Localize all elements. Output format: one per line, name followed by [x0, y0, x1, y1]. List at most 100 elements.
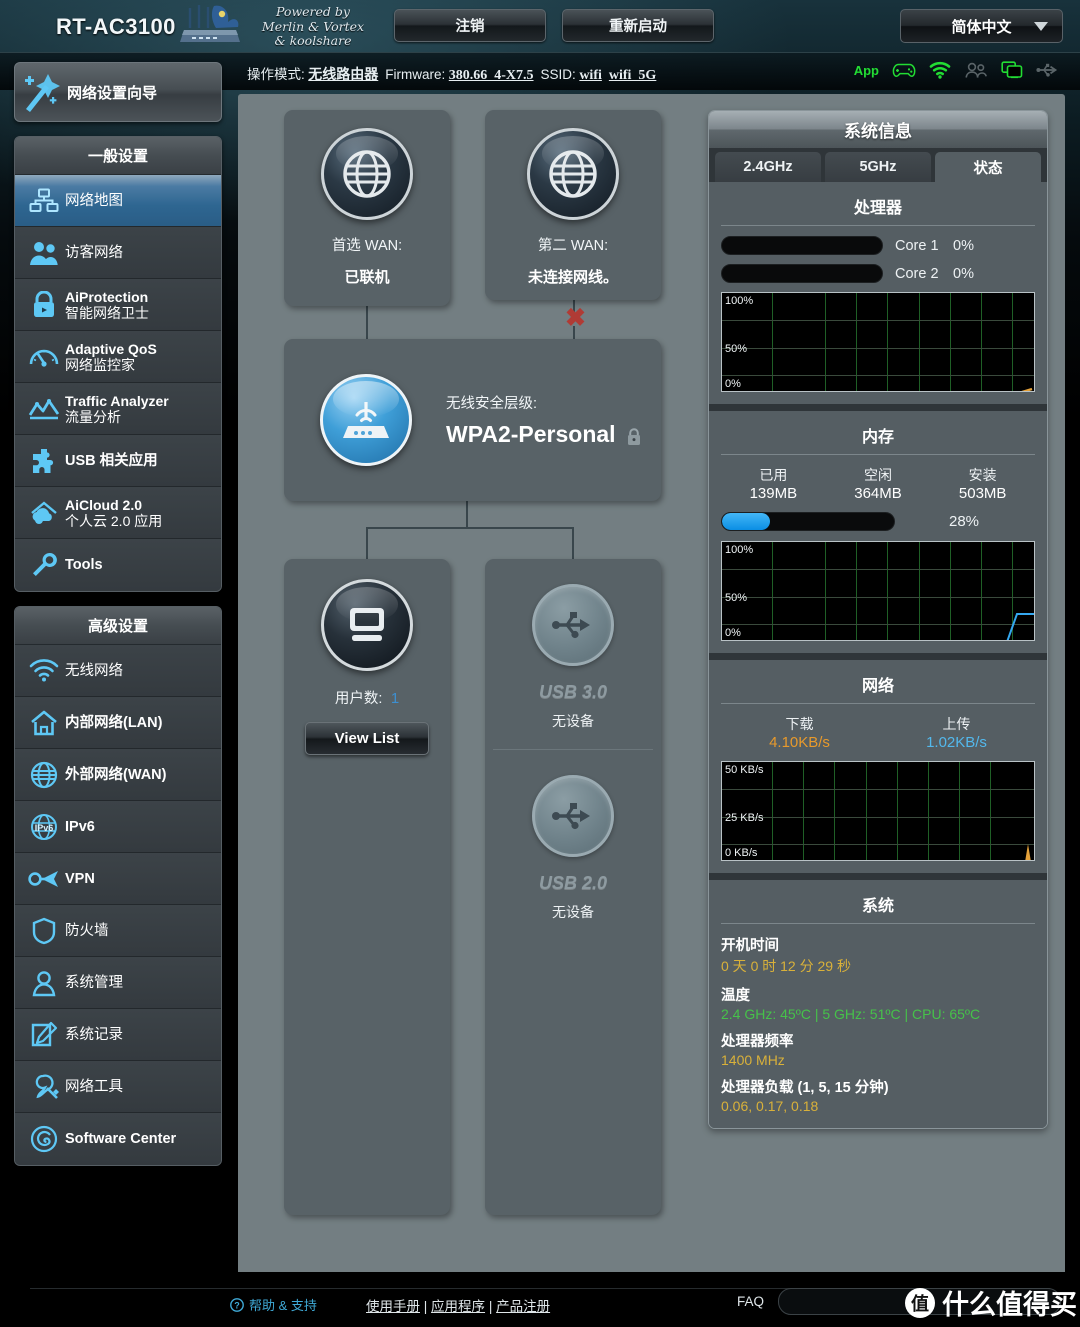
- client-count-label: 用户数:: [334, 691, 383, 707]
- guest-users-icon[interactable]: [964, 62, 988, 79]
- upload-label: 上传: [942, 716, 971, 732]
- memory-free: 空闲 364MB: [826, 465, 931, 502]
- sidebar-item-lan[interactable]: 内部网络(LAN): [15, 697, 221, 749]
- software-center-icon: [23, 1125, 65, 1153]
- vpn-key-icon: [23, 867, 65, 891]
- usb-slot-30[interactable]: USB 3.0 无设备: [485, 584, 661, 731]
- sidebar-item-administration[interactable]: 系统管理: [15, 957, 221, 1009]
- router-tile[interactable]: 无线安全层级: WPA2-Personal: [284, 339, 661, 501]
- secondary-wan-label: 第二 WAN:: [537, 238, 609, 254]
- product-registration-link[interactable]: 产品注册: [496, 1299, 550, 1314]
- tab-status[interactable]: 状态: [935, 152, 1041, 182]
- sidebar-item-label: 外部网络(WAN): [65, 766, 167, 783]
- temperature-label: 温度: [721, 988, 750, 1004]
- sidebar-item-firewall[interactable]: 防火墙: [15, 905, 221, 957]
- sidebar-item-label: 防火墙: [65, 922, 109, 939]
- operation-mode-label: 操作模式:: [247, 67, 305, 82]
- monitor-icon: [321, 579, 413, 671]
- sidebar-item-aicloud[interactable]: AiCloud 2.0 个人云 2.0 应用: [15, 487, 221, 539]
- sidebar-item-label: 系统记录: [65, 1026, 123, 1043]
- divider: [721, 454, 1035, 455]
- game-controller-icon[interactable]: [892, 62, 916, 79]
- sidebar-item-system-log[interactable]: 系统记录: [15, 1009, 221, 1061]
- network-title: 网络: [861, 678, 894, 695]
- lock-shield-icon: [23, 290, 65, 319]
- connector-clients: [366, 527, 368, 559]
- sidebar-item-network-tools[interactable]: 网络工具: [15, 1061, 221, 1113]
- clients-tile[interactable]: 用户数: 1 View List: [284, 559, 450, 1215]
- reboot-button[interactable]: 重新启动: [562, 9, 714, 42]
- memory-total: 安装 503MB: [930, 465, 1035, 502]
- cpu-load-label: 处理器负载 (1, 5, 15 分钟): [721, 1080, 889, 1096]
- admin-user-icon: [23, 969, 65, 997]
- memory-usage-bar-row: 28%: [721, 512, 1035, 531]
- view-list-button[interactable]: View List: [305, 722, 429, 755]
- tab-24ghz[interactable]: 2.4GHz: [715, 152, 821, 182]
- sidebar-item-vpn[interactable]: VPN: [15, 853, 221, 905]
- ssid-5g-value[interactable]: wifi_5G: [609, 68, 656, 83]
- usb-icon: [532, 584, 614, 666]
- app-label[interactable]: App: [854, 63, 879, 78]
- primary-wan-tile[interactable]: 首选 WAN: 已联机: [284, 110, 450, 306]
- help-support-link[interactable]: ? 帮助 & 支持: [230, 1295, 317, 1314]
- system-information-title: 系统信息: [709, 111, 1047, 148]
- memory-usage-graph: 100% 50% 0%: [721, 541, 1035, 641]
- cloud-house-icon: [23, 500, 65, 526]
- connector-horizontal: [366, 527, 573, 529]
- uptime-row: 开机时间 0 天 0 时 12 分 29 秒: [721, 934, 1035, 976]
- sidebar-item-guest-network[interactable]: 访客网络: [15, 227, 221, 279]
- sidebar-item-label: Tools: [65, 557, 103, 573]
- usb-slot-20[interactable]: USB 2.0 无设备: [485, 775, 661, 922]
- sidebar-item-software-center[interactable]: Software Center: [15, 1113, 221, 1165]
- sidebar-item-label-cn: 个人云 2.0 应用: [65, 512, 163, 529]
- faq-label: FAQ: [737, 1294, 765, 1309]
- network-setup-wizard-button[interactable]: 网络设置向导: [14, 62, 222, 122]
- sidebar-item-network-map[interactable]: 网络地图: [15, 175, 221, 227]
- wifi-signal-icon[interactable]: [929, 61, 951, 79]
- system-block: 系统 开机时间 0 天 0 时 12 分 29 秒 温度 2.4 GHz: 45…: [709, 880, 1047, 1128]
- cpu-frequency-row: 处理器频率 1400 MHz: [721, 1030, 1035, 1068]
- status-icon-row: App: [854, 61, 1058, 79]
- upload-value: 1.02KB/s: [926, 734, 987, 751]
- primary-wan-status: 已联机: [344, 269, 390, 286]
- sidebar-item-label: IPv6: [65, 818, 95, 835]
- memory-free-value: 364MB: [854, 485, 902, 502]
- help-support-label: 帮助 & 支持: [249, 1298, 317, 1313]
- sidebar-item-label-en: Traffic Analyzer: [65, 392, 169, 409]
- network-tools-icon: [23, 1073, 65, 1101]
- sidebar-item-wireless[interactable]: 无线网络: [15, 645, 221, 697]
- devices-icon[interactable]: [1001, 61, 1023, 79]
- uptime-value: 0 天 0 时 12 分 29 秒: [721, 958, 851, 974]
- sidebar-item-aiprotection[interactable]: AiProtection 智能网络卫士: [15, 279, 221, 331]
- sidebar-item-usb-application[interactable]: USB 相关应用: [15, 435, 221, 487]
- link-separator: |: [488, 1299, 493, 1314]
- divider: [709, 404, 1047, 411]
- operation-mode-value[interactable]: 无线路由器: [308, 68, 378, 83]
- house-icon: [23, 710, 65, 736]
- secondary-wan-tile[interactable]: 第二 WAN: 未连接网线。: [485, 110, 661, 300]
- main-content-panel: ✖ 首选 WAN: 已联机 第二 WAN: 未连接网线。 无线安全层级: WPA…: [238, 94, 1065, 1272]
- sidebar-item-tools[interactable]: Tools: [15, 539, 221, 591]
- tab-5ghz[interactable]: 5GHz: [825, 152, 931, 182]
- cpu-frequency-label: 处理器频率: [721, 1034, 794, 1050]
- router-illustration-icon: [180, 5, 240, 42]
- svg-text:?: ?: [234, 1300, 240, 1310]
- apps-link[interactable]: 应用程序: [431, 1299, 485, 1314]
- logout-button[interactable]: 注销: [394, 9, 546, 42]
- firmware-version-value[interactable]: 380.66_4-X7.5: [449, 68, 534, 83]
- sidebar-item-adaptive-qos[interactable]: Adaptive QoS 网络监控家: [15, 331, 221, 383]
- connector-usb: [572, 527, 574, 559]
- firewall-shield-icon: [23, 917, 65, 945]
- sidebar-item-ipv6[interactable]: IPv6 IPv6: [15, 801, 221, 853]
- sidebar-item-traffic-analyzer[interactable]: Traffic Analyzer 流量分析: [15, 383, 221, 435]
- manual-link[interactable]: 使用手册: [366, 1299, 420, 1314]
- language-select[interactable]: 简体中文: [900, 9, 1063, 43]
- ssid-24g-value[interactable]: wifi: [579, 68, 602, 83]
- sidebar-item-wan[interactable]: 外部网络(WAN): [15, 749, 221, 801]
- cpu-core-row: Core 1 0%: [721, 236, 1035, 255]
- core1-name: Core 1: [895, 237, 939, 254]
- temperature-value: 2.4 GHz: 45ºC | 5 GHz: 51ºC | CPU: 65ºC: [721, 1006, 981, 1022]
- temperature-row: 温度 2.4 GHz: 45ºC | 5 GHz: 51ºC | CPU: 65…: [721, 984, 1035, 1022]
- usb-divider: [493, 749, 653, 750]
- usb-icon[interactable]: [1036, 62, 1058, 78]
